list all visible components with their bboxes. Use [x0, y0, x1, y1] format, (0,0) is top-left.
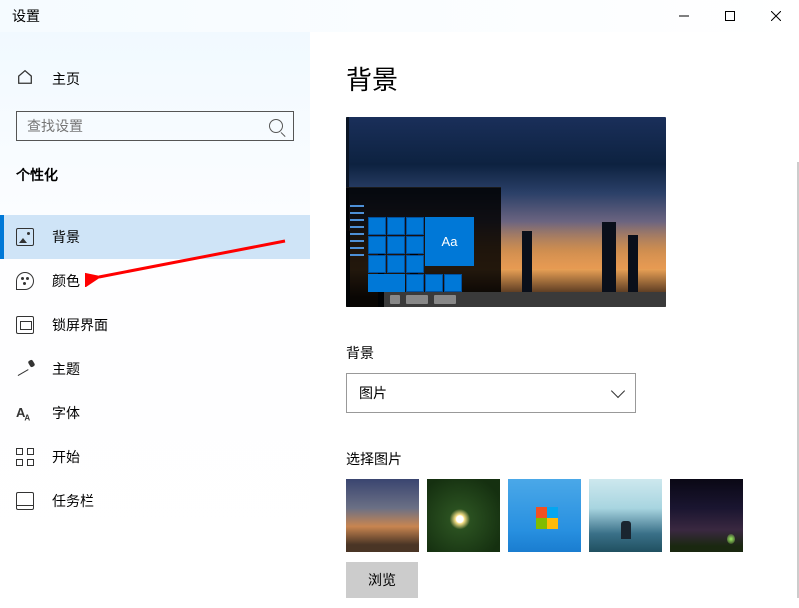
- sidebar-item-label: 锁屏界面: [52, 315, 108, 335]
- font-icon: AA: [16, 404, 34, 422]
- search-icon: [269, 119, 283, 133]
- picture-thumb-4[interactable]: [589, 479, 662, 552]
- dropdown-value: 图片: [359, 383, 387, 403]
- sidebar-item-label: 开始: [52, 447, 80, 467]
- picture-thumb-3[interactable]: [508, 479, 581, 552]
- sidebar-item-lockscreen[interactable]: 锁屏界面: [0, 303, 310, 347]
- preview-taskbar: [384, 292, 666, 307]
- picture-thumb-1[interactable]: [346, 479, 419, 552]
- sidebar-item-label: 主题: [52, 359, 80, 379]
- palette-icon: [16, 272, 34, 290]
- titlebar: 设置: [0, 0, 799, 32]
- background-type-label: 背景: [346, 343, 763, 363]
- sidebar-item-background[interactable]: 背景: [0, 215, 310, 259]
- preview-accent-tile: Aa: [425, 217, 474, 266]
- taskbar-icon: [16, 492, 34, 510]
- sidebar-item-label: 颜色: [52, 271, 80, 291]
- sidebar-item-label: 字体: [52, 403, 80, 423]
- search-box[interactable]: [16, 111, 294, 141]
- sidebar-item-label: 背景: [52, 227, 80, 247]
- maximize-button[interactable]: [707, 0, 753, 32]
- content-pane: 背景: [310, 32, 799, 608]
- window-controls: [661, 0, 799, 32]
- window-title: 设置: [12, 6, 40, 26]
- sidebar-item-home[interactable]: 主页: [0, 58, 310, 99]
- home-label: 主页: [52, 69, 80, 89]
- minimize-button[interactable]: [661, 0, 707, 32]
- sidebar-item-taskbar[interactable]: 任务栏: [0, 479, 310, 523]
- sidebar-item-themes[interactable]: 主题: [0, 347, 310, 391]
- brush-icon: [16, 360, 34, 378]
- start-icon: [16, 448, 34, 466]
- background-icon: [16, 228, 34, 246]
- home-icon: [16, 68, 34, 89]
- sidebar-item-label: 任务栏: [52, 491, 94, 511]
- browse-button[interactable]: 浏览: [346, 562, 418, 598]
- sidebar-item-colors[interactable]: 颜色: [0, 259, 310, 303]
- picture-thumbnails: [346, 479, 763, 552]
- page-title: 背景: [346, 60, 763, 97]
- chevron-down-icon: [611, 384, 625, 398]
- lockscreen-icon: [16, 316, 34, 334]
- sidebar-item-fonts[interactable]: AA 字体: [0, 391, 310, 435]
- search-input[interactable]: [27, 118, 269, 134]
- choose-picture-label: 选择图片: [346, 449, 763, 469]
- sidebar: 主页 个性化 背景 颜色 锁屏界面 主题 AA 字体: [0, 32, 310, 608]
- section-title: 个性化: [0, 159, 310, 215]
- close-button[interactable]: [753, 0, 799, 32]
- preview-start-menu: Aa: [346, 187, 501, 307]
- picture-thumb-2[interactable]: [427, 479, 500, 552]
- background-type-dropdown[interactable]: 图片: [346, 373, 636, 413]
- desktop-preview: Aa: [346, 117, 666, 307]
- sidebar-item-start[interactable]: 开始: [0, 435, 310, 479]
- picture-thumb-5[interactable]: [670, 479, 743, 552]
